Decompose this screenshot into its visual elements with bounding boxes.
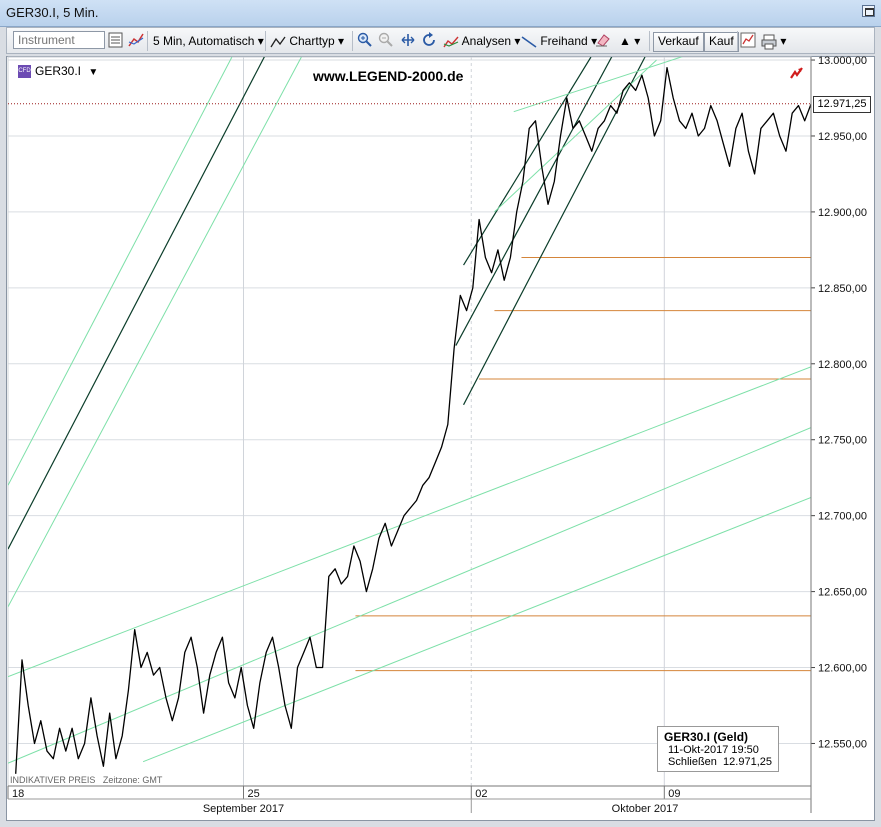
tooltip-close-value: 12.971,25 (723, 756, 772, 768)
chart-footnote: INDIKATIVER PREIS Zeitzone: GMT (10, 775, 162, 785)
trendline-light (8, 57, 302, 608)
y-tick-label: 13.000,00 (818, 55, 867, 67)
y-tick-label: 12.700,00 (818, 511, 867, 523)
cfd-icon: CFD (18, 65, 31, 79)
legend-ticker: GER30.I (35, 64, 82, 78)
y-tick-label: 12.800,00 (818, 359, 867, 371)
trendline-light (8, 366, 811, 678)
y-tick-label: 12.950,00 (818, 131, 867, 143)
tooltip-close-label: Schließen (668, 756, 717, 768)
indicative-price-note: INDIKATIVER PREIS (10, 775, 96, 785)
y-tick-label: 12.550,00 (818, 738, 867, 750)
tooltip-date: 11-Okt-2017 19:50 (668, 744, 759, 756)
y-tick-label: 12.850,00 (818, 283, 867, 295)
tooltip-title: GER30.I (Geld) (664, 730, 749, 744)
trendline-dark (8, 57, 265, 550)
trendline-dark (463, 57, 592, 266)
trendline-light (513, 57, 683, 113)
watermark: www.LEGEND-2000.de (313, 68, 464, 84)
price-chart[interactable]: 13.000,00 12.950,00 12.900,00 12.850,00 12.8… (0, 0, 881, 827)
trendline-light (8, 427, 811, 764)
x-tick-label: 02 (475, 788, 487, 800)
y-tick-label: 12.650,00 (818, 587, 867, 599)
y-tick-label: 12.600,00 (818, 663, 867, 675)
chart-legend[interactable]: CFD GER30.I ▼ (18, 64, 98, 79)
plot-area (7, 56, 812, 787)
data-tooltip: GER30.I (Geld) 11-Okt-2017 19:50 Schließ… (657, 726, 779, 772)
trendline-dark (455, 57, 613, 346)
x-tick-label: 18 (12, 788, 24, 800)
signal-flag-icon (790, 67, 803, 79)
y-tick-label: 12.750,00 (818, 435, 867, 447)
trendline-light (8, 57, 233, 486)
timezone-note: Zeitzone: GMT (102, 775, 163, 785)
y-tick-label: 12.900,00 (818, 207, 867, 219)
current-price-label: 12.971,25 (813, 95, 871, 113)
chevron-down-icon[interactable]: ▼ (88, 67, 98, 78)
month-label: September 2017 (203, 803, 284, 815)
month-label: Oktober 2017 (612, 803, 679, 815)
x-tick-label: 25 (247, 788, 259, 800)
x-tick-label: 09 (668, 788, 680, 800)
